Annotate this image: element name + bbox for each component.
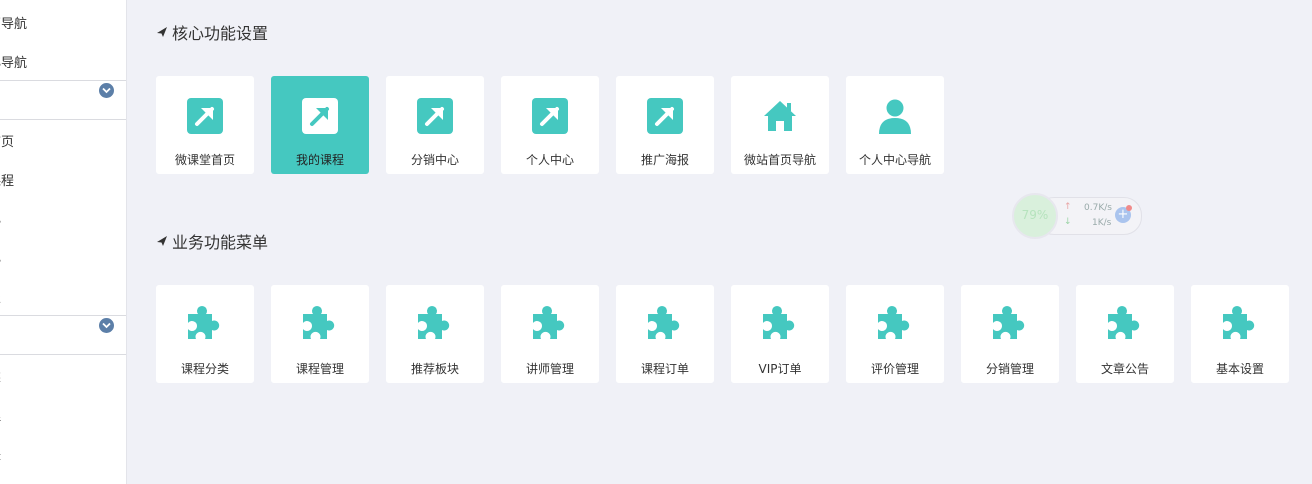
tile-label: 推荐板块 xyxy=(410,362,459,376)
memory-usage-percent: 79% xyxy=(1021,208,1049,222)
puzzle-icon xyxy=(1220,304,1256,340)
puzzle-icon xyxy=(990,304,1026,340)
upload-arrow-icon: ↑ xyxy=(1064,202,1072,212)
tile-label: 课程管理 xyxy=(295,362,344,376)
sidebar-item[interactable]: 理 xyxy=(0,405,1,424)
tile-label: 文章公告 xyxy=(1100,362,1149,376)
memory-usage-circle[interactable]: 79% xyxy=(1012,193,1058,239)
tile-core_section-5[interactable]: 微站首页导航 xyxy=(731,76,829,174)
chevron-down-icon xyxy=(99,318,114,333)
sidebar-group-toggle[interactable] xyxy=(0,315,126,355)
plane-icon xyxy=(157,27,167,37)
chevron-down-icon xyxy=(99,83,114,98)
tile-business_section-3[interactable]: 讲师管理 xyxy=(501,285,599,383)
tile-label: 个人中心导航 xyxy=(858,153,931,167)
sidebar: 页导航 心导航 首页 课程 心 心 报 类 理 块 xyxy=(0,0,127,484)
tile-core_section-2[interactable]: 分销中心 xyxy=(386,76,484,174)
external-link-icon xyxy=(302,98,338,134)
puzzle-icon xyxy=(415,304,451,340)
tile-business_section-8[interactable]: 文章公告 xyxy=(1076,285,1174,383)
tile-label: 分销中心 xyxy=(410,153,459,167)
tile-business_section-7[interactable]: 分销管理 xyxy=(961,285,1059,383)
tile-label: 分销管理 xyxy=(985,362,1034,376)
puzzle-icon xyxy=(1105,304,1141,340)
puzzle-icon xyxy=(760,304,796,340)
tile-label: 课程订单 xyxy=(640,362,689,376)
puzzle-icon xyxy=(185,304,221,340)
tile-business_section-1[interactable]: 课程管理 xyxy=(271,285,369,383)
tile-label: 基本设置 xyxy=(1215,362,1264,376)
tile-business_section-6[interactable]: 评价管理 xyxy=(846,285,944,383)
download-speed: 1K/s xyxy=(1092,218,1112,228)
tile-business_section-5[interactable]: VIP订单 xyxy=(731,285,829,383)
sidebar-item[interactable]: 类 xyxy=(0,366,1,385)
tile-core_section-4[interactable]: 推广海报 xyxy=(616,76,714,174)
tile-label: 微站首页导航 xyxy=(743,153,816,167)
sidebar-item[interactable]: 首页 xyxy=(0,131,14,150)
tile-business_section-9[interactable]: 基本设置 xyxy=(1191,285,1289,383)
sidebar-item[interactable]: 课程 xyxy=(0,170,14,189)
puzzle-icon xyxy=(530,304,566,340)
sidebar-item[interactable]: 心 xyxy=(0,248,1,267)
tile-label: 我的课程 xyxy=(295,153,344,167)
sidebar-item[interactable]: 报 xyxy=(0,287,1,306)
user-icon xyxy=(877,98,913,134)
home-icon xyxy=(762,98,798,134)
tile-core_section-0[interactable]: 微课堂首页 xyxy=(156,76,254,174)
sidebar-item[interactable]: 心 xyxy=(0,209,1,228)
external-link-icon xyxy=(647,98,683,134)
plane-icon xyxy=(157,236,167,246)
tile-label: 评价管理 xyxy=(870,362,919,376)
section-title-text: 业务功能菜单 xyxy=(172,233,269,252)
external-link-icon xyxy=(532,98,568,134)
tile-label: 微课堂首页 xyxy=(174,153,235,167)
tile-label: 讲师管理 xyxy=(525,362,574,376)
tile-label: 个人中心 xyxy=(525,153,574,167)
puzzle-icon xyxy=(875,304,911,340)
tile-business_section-4[interactable]: 课程订单 xyxy=(616,285,714,383)
tile-core_section-1[interactable]: 我的课程 xyxy=(271,76,369,174)
section-title-business: 业务功能菜单 xyxy=(156,229,268,253)
upload-speed: 0.7K/s xyxy=(1084,203,1112,213)
section-title-text: 核心功能设置 xyxy=(172,24,269,43)
puzzle-icon xyxy=(300,304,336,340)
download-arrow-icon: ↓ xyxy=(1064,217,1072,227)
sidebar-item[interactable]: 心导航 xyxy=(0,52,27,71)
section-title-core: 核心功能设置 xyxy=(156,20,268,44)
puzzle-icon xyxy=(645,304,681,340)
tile-label: 课程分类 xyxy=(180,362,229,376)
external-link-icon xyxy=(417,98,453,134)
tile-label: VIP订单 xyxy=(758,362,802,376)
notification-dot xyxy=(1126,205,1132,211)
sidebar-item[interactable]: 块 xyxy=(0,444,1,463)
sidebar-item[interactable]: 页导航 xyxy=(0,13,27,32)
tile-label: 推广海报 xyxy=(640,153,689,167)
external-link-icon xyxy=(187,98,223,134)
tile-core_section-3[interactable]: 个人中心 xyxy=(501,76,599,174)
tile-core_section-6[interactable]: 个人中心导航 xyxy=(846,76,944,174)
sidebar-group-toggle[interactable] xyxy=(0,80,126,120)
tile-business_section-2[interactable]: 推荐板块 xyxy=(386,285,484,383)
tile-business_section-0[interactable]: 课程分类 xyxy=(156,285,254,383)
